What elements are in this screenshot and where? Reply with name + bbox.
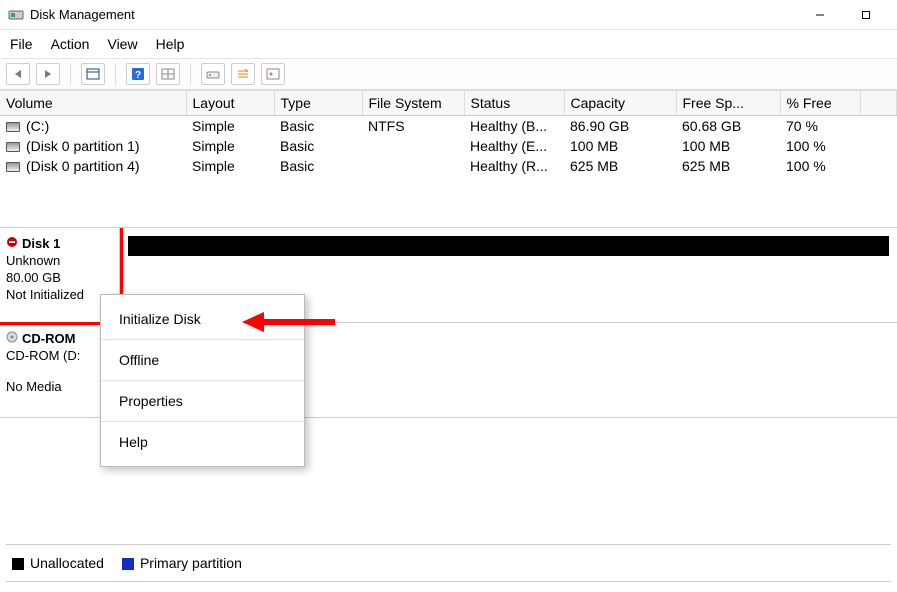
maximize-button[interactable]	[843, 0, 889, 30]
swatch-unallocated	[12, 558, 24, 570]
spacer	[6, 365, 113, 379]
cdrom-icon	[6, 331, 18, 348]
table-row[interactable]: (C:)SimpleBasicNTFSHealthy (B...86.90 GB…	[0, 116, 897, 137]
svg-text:?: ?	[135, 70, 141, 81]
col-status[interactable]: Status	[464, 91, 564, 116]
volume-list: Volume Layout Type File System Status Ca…	[0, 90, 897, 228]
toolbar-icon-view[interactable]	[81, 63, 105, 85]
cdrom-drive: CD-ROM (D:	[6, 348, 113, 365]
context-properties[interactable]: Properties	[101, 383, 304, 419]
legend-unallocated: Unallocated	[12, 555, 104, 571]
context-separator	[101, 421, 304, 422]
menu-view[interactable]: View	[107, 36, 137, 52]
cdrom-state: No Media	[6, 379, 113, 396]
window-title: Disk Management	[30, 7, 797, 22]
col-layout[interactable]: Layout	[186, 91, 274, 116]
back-button[interactable]	[6, 63, 30, 85]
col-volume[interactable]: Volume	[0, 91, 186, 116]
disk1-type: Unknown	[6, 253, 113, 270]
volume-list-spacer	[0, 176, 897, 228]
toolbar: ?	[0, 59, 897, 90]
disk-context-menu: Initialize Disk Offline Properties Help	[100, 294, 305, 467]
disk1-unallocated-bar[interactable]	[128, 236, 889, 256]
toolbar-icon-disk[interactable]	[201, 63, 225, 85]
drive-icon	[6, 142, 20, 152]
menu-help[interactable]: Help	[156, 36, 185, 52]
menu-action[interactable]: Action	[51, 36, 90, 52]
forward-button[interactable]	[36, 63, 60, 85]
col-type[interactable]: Type	[274, 91, 362, 116]
col-capacity[interactable]: Capacity	[564, 91, 676, 116]
table-row[interactable]: (Disk 0 partition 4)SimpleBasicHealthy (…	[0, 156, 897, 176]
toolbar-separator	[70, 63, 71, 85]
col-filesystem[interactable]: File System	[362, 91, 464, 116]
legend-unallocated-label: Unallocated	[30, 555, 104, 571]
column-header-row: Volume Layout Type File System Status Ca…	[0, 91, 897, 116]
menu-file[interactable]: File	[10, 36, 33, 52]
toolbar-separator	[115, 63, 116, 85]
window-controls	[797, 0, 889, 30]
col-empty[interactable]	[860, 91, 897, 116]
title-bar: Disk Management	[0, 0, 897, 30]
minimize-button[interactable]	[797, 0, 843, 30]
toolbar-icon-grid[interactable]	[156, 63, 180, 85]
volume-table: Volume Layout Type File System Status Ca…	[0, 91, 897, 176]
table-row[interactable]: (Disk 0 partition 1)SimpleBasicHealthy (…	[0, 136, 897, 156]
toolbar-icon-properties[interactable]	[261, 63, 285, 85]
disk-error-icon	[6, 236, 18, 253]
drive-icon	[6, 162, 20, 172]
menu-bar: File Action View Help	[0, 30, 897, 59]
legend-primary-label: Primary partition	[140, 555, 242, 571]
col-freespace[interactable]: Free Sp...	[676, 91, 780, 116]
toolbar-separator	[190, 63, 191, 85]
disk1-state: Not Initialized	[6, 287, 113, 304]
context-help[interactable]: Help	[101, 424, 304, 460]
context-initialize-disk[interactable]: Initialize Disk	[101, 301, 304, 337]
legend-primary: Primary partition	[122, 555, 242, 571]
disk1-name: Disk 1	[22, 236, 60, 253]
help-button[interactable]: ?	[126, 63, 150, 85]
toolbar-icon-list[interactable]	[231, 63, 255, 85]
col-pctfree[interactable]: % Free	[780, 91, 860, 116]
legend: Unallocated Primary partition	[6, 544, 891, 582]
app-icon	[8, 7, 24, 23]
context-separator	[101, 339, 304, 340]
drive-icon	[6, 122, 20, 132]
context-separator	[101, 380, 304, 381]
context-offline[interactable]: Offline	[101, 342, 304, 378]
swatch-primary	[122, 558, 134, 570]
disk1-size: 80.00 GB	[6, 270, 113, 287]
cdrom-name: CD-ROM	[22, 331, 75, 348]
